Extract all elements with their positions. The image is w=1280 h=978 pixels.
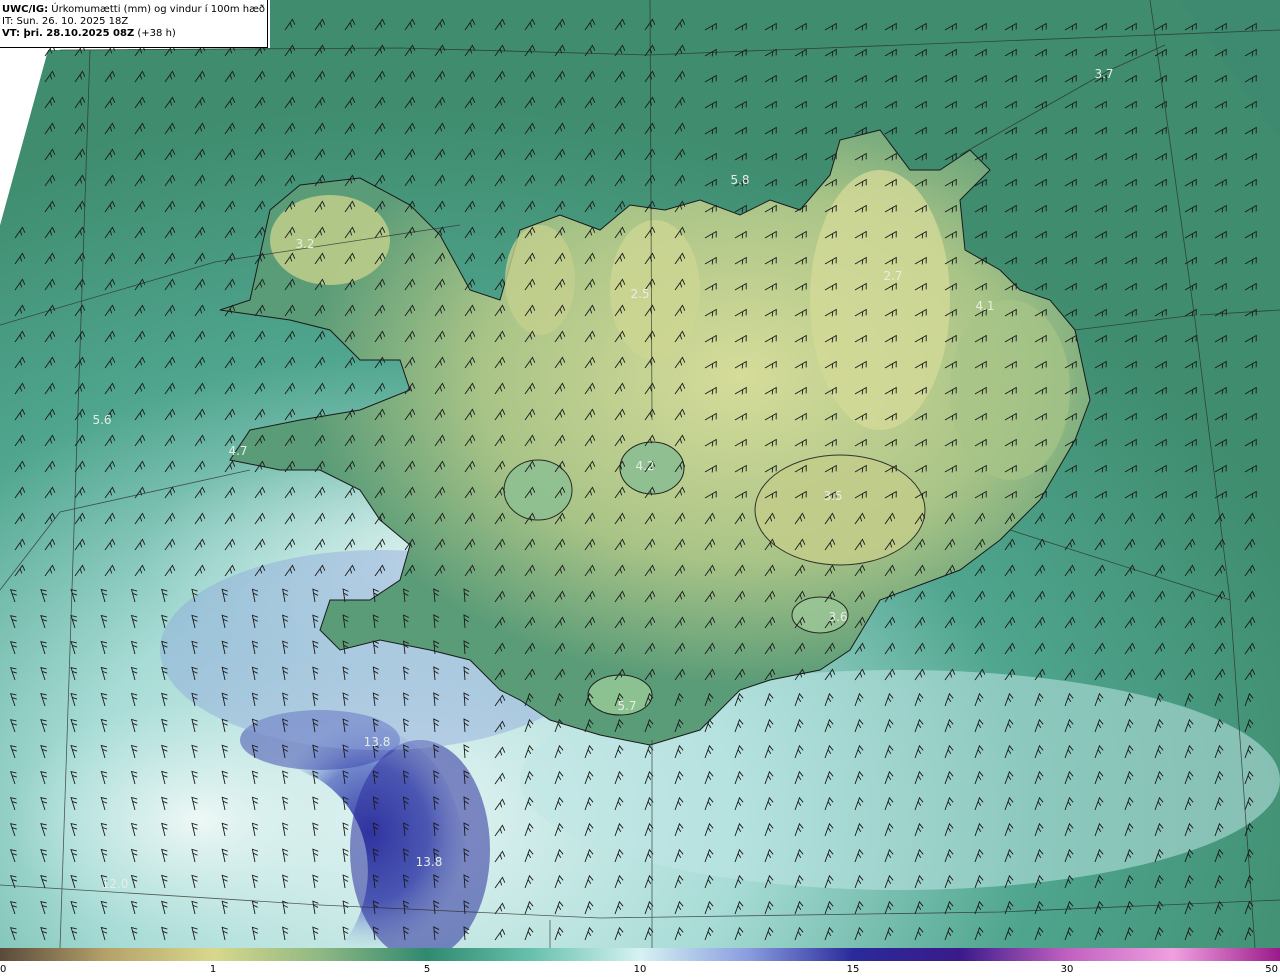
precip-value-label: 3.6 [828,610,847,624]
colorbar-strip [0,948,1280,961]
valid-time: VT: þri. 28.10.2025 08Z (+38 h) [2,28,176,39]
precip-value-label: 4.2 [635,459,654,473]
precip-value-label: 13.8 [364,735,391,749]
precip-value-label: 13.8 [416,855,443,869]
colorbar-tick: 15 [846,964,860,975]
precip-value-label: 5.6 [92,413,111,427]
precip-value-label: 5.8 [730,173,749,187]
colorbar: 0 1 5 10 15 30 50 [0,948,1280,978]
precip-value-label: 12.0 [102,877,129,891]
precip-value-label: 4.7 [228,444,247,458]
precip-value-label: 3.2 [295,237,314,251]
colorbar-tick: 0 [0,964,7,975]
colorbar-tick: 50 [1265,964,1278,975]
precip-value-label: 3.5 [823,489,842,503]
colorbar-tick: 5 [423,964,431,975]
title-line: UWC/IG: Úrkomumætti (mm) og vindur í 100… [2,4,266,15]
precip-value-label: 2.7 [883,269,902,283]
precip-value-label: 3.7 [1094,67,1113,81]
init-time: IT: Sun. 26. 10. 2025 18Z [2,16,129,27]
colorbar-tick: 10 [633,964,647,975]
precip-value-label: 2.5 [630,287,649,301]
precip-value-label: 5.7 [617,699,636,713]
precip-value-label: 4.1 [975,299,994,313]
colorbar-tick: 1 [209,964,217,975]
precipitation-wind-map: 3.7 5.8 3.2 2.5 2.7 4.1 5.6 4.7 4.2 3.5 3.6 5.7 13.8… [0,0,1280,948]
map-header: UWC/IG: Úrkomumætti (mm) og vindur í 100… [0,0,268,48]
colorbar-tick: 30 [1060,964,1074,975]
